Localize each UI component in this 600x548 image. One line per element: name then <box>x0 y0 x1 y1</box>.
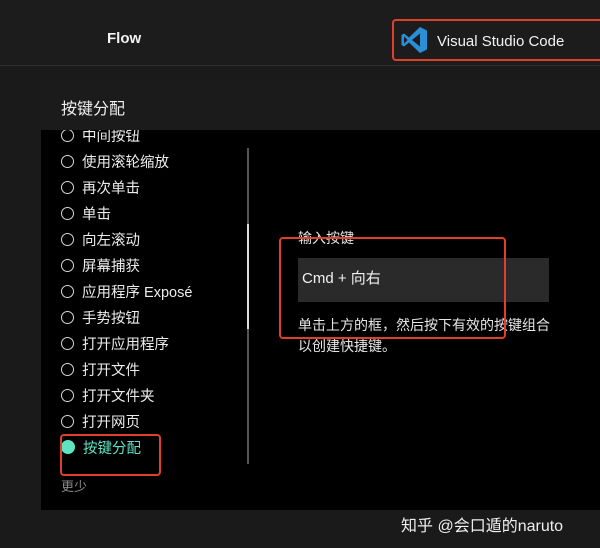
radio-icon[interactable] <box>61 206 74 220</box>
application-selector[interactable]: Visual Studio Code <box>392 19 600 61</box>
watermark: 知乎 @会口遁的naruto <box>401 518 564 535</box>
keystroke-highlight <box>279 237 506 339</box>
action-option[interactable]: 应用程序 Exposé <box>61 280 241 302</box>
radio-icon[interactable] <box>61 154 74 168</box>
action-option[interactable]: 再次单击 <box>61 176 241 198</box>
radio-icon[interactable] <box>61 388 74 402</box>
radio-icon[interactable] <box>61 284 74 298</box>
selected-action-highlight <box>60 434 161 476</box>
action-option[interactable]: 打开网页 <box>61 410 241 432</box>
radio-icon[interactable] <box>61 362 74 376</box>
panel-title: 按键分配 <box>61 101 126 118</box>
show-less-link[interactable]: 更少 <box>61 476 87 495</box>
radio-icon[interactable] <box>61 258 74 272</box>
action-label: 打开网页 <box>82 414 140 431</box>
action-option[interactable]: 打开应用程序 <box>61 332 241 354</box>
action-option[interactable]: 单击 <box>61 202 241 224</box>
action-option[interactable]: 手势按钮 <box>61 306 241 328</box>
action-label: 应用程序 Exposé <box>82 284 193 301</box>
radio-icon[interactable] <box>61 310 74 324</box>
radio-icon[interactable] <box>61 232 74 246</box>
list-scrollbar-thumb[interactable] <box>247 224 249 329</box>
action-label: 单击 <box>82 206 111 223</box>
top-bar: Flow Visual Studio Code <box>0 0 600 66</box>
action-list[interactable]: 中间按钮 使用滚轮缩放 再次单击 单击 向左滚动 屏幕捕获 应用程序 Expos… <box>41 130 241 470</box>
action-label: 再次单击 <box>82 180 140 197</box>
action-label: 打开文件 <box>82 362 140 379</box>
action-option[interactable]: 屏幕捕获 <box>61 254 241 276</box>
radio-icon[interactable] <box>61 180 74 194</box>
action-option[interactable]: 向左滚动 <box>61 228 241 250</box>
radio-icon[interactable] <box>61 414 74 428</box>
vscode-logo-icon <box>401 27 427 53</box>
action-label: 向左滚动 <box>82 232 140 249</box>
action-label: 使用滚轮缩放 <box>82 154 169 171</box>
panel-header: 按键分配 <box>41 80 600 130</box>
radio-icon[interactable] <box>61 130 74 142</box>
action-option[interactable]: 使用滚轮缩放 <box>61 150 241 172</box>
action-option[interactable]: 打开文件 <box>61 358 241 380</box>
action-label: 手势按钮 <box>82 310 140 327</box>
button-settings-panel: 按键分配 中间按钮 使用滚轮缩放 再次单击 单击 向左滚动 屏幕捕获 应用程序 … <box>41 80 600 510</box>
action-label: 中间按钮 <box>82 130 140 145</box>
flow-tab[interactable]: Flow <box>107 30 141 47</box>
action-option[interactable]: 打开文件夹 <box>61 384 241 406</box>
action-label: 打开文件夹 <box>82 388 155 405</box>
app-name: Visual Studio Code <box>437 33 565 50</box>
radio-icon[interactable] <box>61 336 74 350</box>
action-option[interactable]: 中间按钮 <box>61 130 241 146</box>
action-label: 屏幕捕获 <box>82 258 140 275</box>
action-label: 打开应用程序 <box>82 336 169 353</box>
